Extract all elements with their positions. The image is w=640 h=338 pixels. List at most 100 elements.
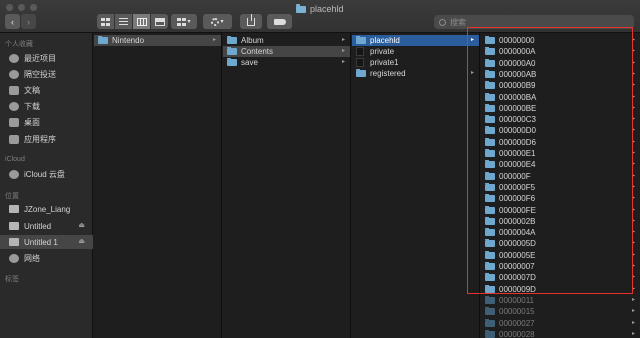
list-item[interactable]: 000000F ▸: [481, 171, 640, 182]
item-label: 00000028: [499, 329, 535, 338]
sidebar-item-untitled[interactable]: Untitled ⏏: [0, 219, 93, 233]
folder-icon: [485, 250, 495, 259]
globe-icon: [9, 253, 19, 263]
list-item[interactable]: 00000011 ▸: [481, 295, 640, 306]
forward-button[interactable]: ›: [21, 14, 36, 29]
item-label: 000000FE: [499, 205, 536, 215]
sidebar-item-network[interactable]: 网络: [0, 251, 93, 265]
item-label: 0000009D: [499, 284, 536, 294]
folder-icon: [485, 239, 495, 248]
item-label: 000000AB: [499, 69, 537, 79]
list-item[interactable]: 000000E1 ▸: [481, 148, 640, 159]
sidebar-item-label: 隔空投送: [24, 69, 56, 79]
list-item-placehld[interactable]: placehld ▸: [352, 35, 479, 46]
browser-column-2: Album ▸ Contents ▸ save ▸: [223, 33, 351, 338]
list-item[interactable]: 000000AB ▸: [481, 69, 640, 80]
close-window-button[interactable]: [6, 4, 13, 11]
list-item[interactable]: 000000A0 ▸: [481, 58, 640, 69]
sidebar-section-icloud: iCloud: [5, 156, 25, 163]
item-label: private: [370, 47, 395, 56]
list-item[interactable]: 0000009D ▸: [481, 284, 640, 295]
list-item-contents[interactable]: Contents ▸: [223, 46, 350, 57]
folder-icon: [485, 47, 495, 56]
tags-button[interactable]: [267, 14, 292, 29]
list-item[interactable]: 0000000A ▸: [481, 46, 640, 57]
list-item[interactable]: 000000E4 ▸: [481, 159, 640, 170]
action-button[interactable]: ▾: [203, 14, 232, 29]
zoom-window-button[interactable]: [30, 4, 37, 11]
list-item[interactable]: 000000B9 ▸: [481, 80, 640, 91]
list-item[interactable]: 000000F6 ▸: [481, 193, 640, 204]
share-button[interactable]: [240, 13, 262, 29]
folder-icon: [485, 262, 495, 270]
eject-icon[interactable]: ⏏: [78, 237, 85, 245]
sidebar-item-icloud-drive[interactable]: iCloud 云盘: [0, 167, 93, 181]
chevron-right-icon: ▸: [631, 116, 635, 123]
item-label: Album: [241, 36, 264, 45]
list-item[interactable]: 0000005D ▸: [481, 238, 640, 249]
list-item-save[interactable]: save ▸: [223, 57, 350, 68]
sidebar-item-recents[interactable]: 最近项目: [0, 51, 93, 65]
sidebar-item-applications[interactable]: 应用程序: [0, 132, 93, 146]
list-item[interactable]: 0000007D ▸: [481, 272, 640, 283]
minimize-window-button[interactable]: [18, 4, 25, 11]
gallery-view-button[interactable]: [151, 14, 168, 29]
list-view-button[interactable]: [115, 14, 132, 29]
folder-icon: [485, 205, 495, 214]
list-item[interactable]: 000000D6 ▸: [481, 137, 640, 148]
list-item[interactable]: 00000028 ▸: [481, 329, 640, 338]
list-item[interactable]: 00000015 ▸: [481, 306, 640, 317]
document-icon: [9, 85, 19, 95]
eject-icon[interactable]: ⏏: [78, 221, 85, 229]
folder-icon: [485, 92, 495, 101]
group-button[interactable]: ▾: [171, 14, 197, 29]
chevron-down-icon: ▾: [187, 19, 191, 25]
window-title-text: placehld: [310, 4, 344, 14]
sidebar-item-label: Untitled: [24, 221, 52, 231]
list-item[interactable]: 00000027 ▸: [481, 318, 640, 329]
item-label: 0000005E: [499, 250, 536, 260]
folder-icon: [485, 81, 495, 90]
list-item[interactable]: 000000F5 ▸: [481, 182, 640, 193]
folder-icon: [485, 137, 495, 146]
list-item-private[interactable]: private: [352, 46, 479, 57]
folder-icon: [485, 103, 495, 112]
sidebar-item-documents[interactable]: 文稿: [0, 83, 93, 97]
list-item[interactable]: 0000002B ▸: [481, 216, 640, 227]
item-label: 00000007: [499, 262, 535, 271]
search-placeholder: 搜索: [450, 17, 466, 27]
chevron-right-icon: ▸: [631, 240, 635, 247]
sidebar-section-favorites: 个人收藏: [5, 41, 33, 48]
sidebar-item-airdrop[interactable]: 隔空投送: [0, 67, 93, 81]
list-item[interactable]: 000000BA ▸: [481, 92, 640, 103]
list-item[interactable]: 000000D0 ▸: [481, 125, 640, 136]
list-item-nintendo[interactable]: Nintendo ▸: [94, 35, 221, 46]
list-item-registered[interactable]: registered ▸: [352, 68, 479, 79]
chevron-right-icon: ▸: [631, 172, 635, 179]
item-label: 000000F6: [499, 194, 536, 204]
item-label: placehld: [370, 36, 400, 45]
list-item[interactable]: 0000004A ▸: [481, 227, 640, 238]
search-field[interactable]: 搜索: [434, 15, 634, 29]
sidebar-section-locations: 位置: [5, 193, 19, 200]
column-view-button[interactable]: [133, 14, 150, 29]
list-item[interactable]: 000000C3 ▸: [481, 114, 640, 125]
list-item-private1[interactable]: private1: [352, 57, 479, 68]
sidebar-item-label: 最近项目: [24, 53, 56, 63]
list-item[interactable]: 000000BE ▸: [481, 103, 640, 114]
applications-icon: [9, 134, 19, 144]
sidebar-item-desktop[interactable]: 桌面: [0, 115, 93, 129]
back-button[interactable]: ‹: [5, 14, 20, 29]
list-item[interactable]: 00000007 ▸: [481, 261, 640, 272]
sidebar-item-downloads[interactable]: 下载: [0, 99, 93, 113]
sidebar-item-untitled-1[interactable]: Untitled 1 ⏏: [0, 235, 93, 249]
chevron-right-icon: ▸: [631, 93, 635, 100]
item-label: 0000005D: [499, 239, 536, 249]
icon-view-button[interactable]: [97, 14, 114, 29]
list-item[interactable]: 000000FE ▸: [481, 205, 640, 216]
chevron-right-icon: ▸: [631, 70, 635, 77]
list-item-album[interactable]: Album ▸: [223, 35, 350, 46]
sidebar-item-jzone-liang[interactable]: JZone_Liang: [0, 202, 93, 216]
list-item[interactable]: 0000005E ▸: [481, 250, 640, 261]
list-item[interactable]: 00000000 ▸: [481, 35, 640, 46]
